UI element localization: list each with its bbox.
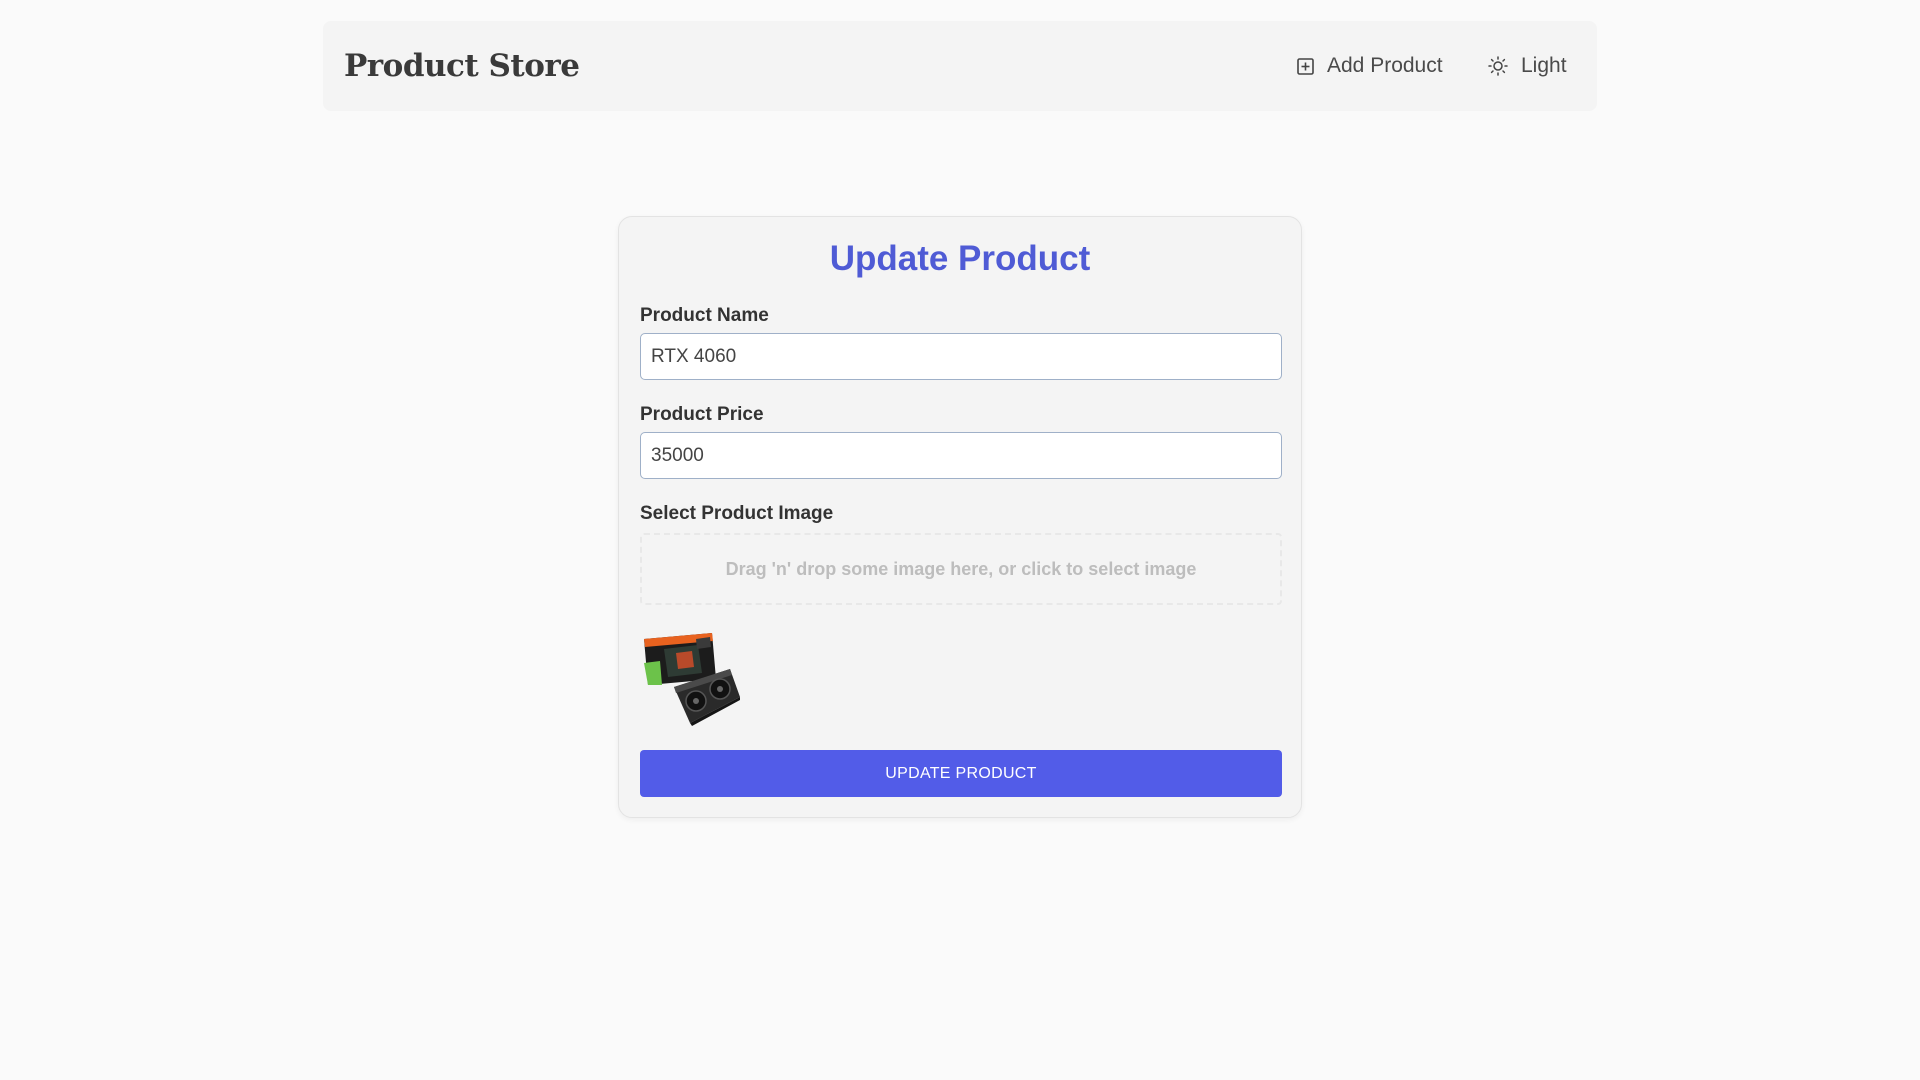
theme-toggle[interactable]: Light [1488,21,1567,111]
page-title: Update Product [829,239,1091,278]
add-product-label: Add Product [1327,54,1443,77]
theme-label: Light [1521,54,1567,77]
product-price-label: Product Price [640,404,764,425]
update-product-card: Update Product Product Name Product Pric… [618,216,1302,818]
sun-icon [1488,56,1508,76]
dropzone-text: Drag 'n' drop some image here, or click … [725,558,1197,579]
product-name-input[interactable] [640,333,1282,380]
product-name-label: Product Name [640,305,769,326]
product-image-label: Select Product Image [640,503,834,524]
brand-title[interactable]: Product Store [344,21,580,111]
add-product-link[interactable]: Add Product [1297,21,1443,111]
update-product-button[interactable]: UPDATE PRODUCT [640,750,1282,797]
navbar: Product Store Add Product Light [323,21,1597,111]
product-price-input[interactable] [640,432,1282,479]
product-image-preview [644,633,740,726]
image-dropzone[interactable]: Drag 'n' drop some image here, or click … [640,533,1282,605]
plus-square-icon [1297,57,1314,75]
